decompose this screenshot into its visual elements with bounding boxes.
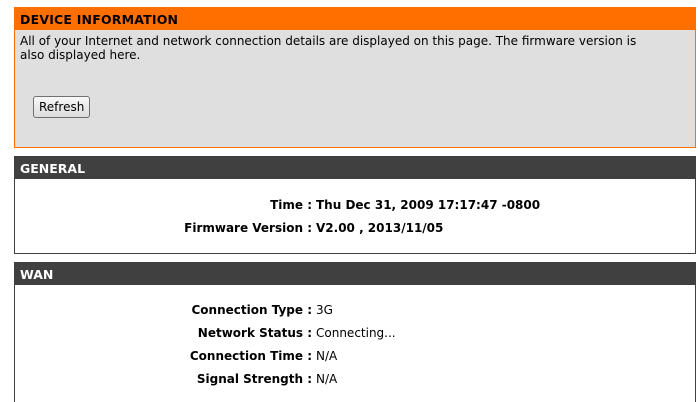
firmware-version-row: Firmware Version : V2.00 , 2013/11/05 xyxy=(15,219,695,237)
wan-section: WAN Connection Type : 3G Network Status … xyxy=(14,262,696,402)
refresh-button[interactable]: Refresh xyxy=(33,96,91,118)
firmware-version-label: Firmware Version : xyxy=(184,221,312,235)
connection-time-value: N/A xyxy=(316,349,338,363)
wan-section-title: WAN xyxy=(15,263,695,285)
signal-strength-row: Signal Strength : N/A xyxy=(15,370,695,388)
device-information-title: DEVICE INFORMATION xyxy=(15,8,695,30)
device-information-panel: DEVICE INFORMATION All of your Internet … xyxy=(14,7,696,148)
time-value: Thu Dec 31, 2009 17:17:47 -0800 xyxy=(316,198,541,212)
network-status-row: Network Status : Connecting... xyxy=(15,324,695,342)
firmware-version-value: V2.00 , 2013/11/05 xyxy=(316,221,444,235)
general-section: GENERAL Time : Thu Dec 31, 2009 17:17:47… xyxy=(14,156,696,254)
connection-type-label: Connection Type : xyxy=(191,303,313,317)
signal-strength-label: Signal Strength : xyxy=(196,372,312,386)
connection-time-label: Connection Time : xyxy=(189,349,312,363)
general-section-title: GENERAL xyxy=(15,157,695,179)
connection-time-row: Connection Time : N/A xyxy=(15,347,695,365)
time-row: Time : Thu Dec 31, 2009 17:17:47 -0800 xyxy=(15,196,695,214)
device-information-description: All of your Internet and network connect… xyxy=(20,34,637,62)
time-label: Time : xyxy=(270,198,312,212)
network-status-label: Network Status : xyxy=(197,326,312,340)
connection-type-row: Connection Type : 3G xyxy=(15,301,695,319)
network-status-value: Connecting... xyxy=(316,326,396,340)
signal-strength-value: N/A xyxy=(316,372,338,386)
connection-type-value: 3G xyxy=(316,303,333,317)
